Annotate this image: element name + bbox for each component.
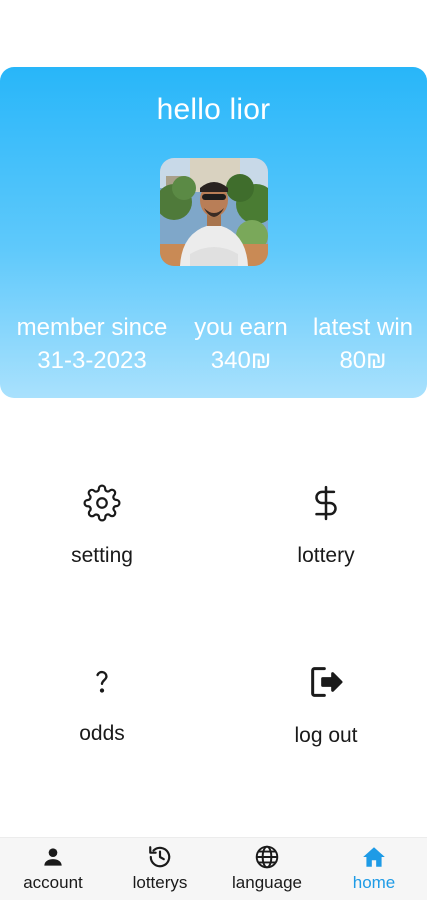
stat-label: latest win <box>312 314 414 341</box>
lottery-label: lottery <box>297 544 355 567</box>
stat-member-since: member since 31-3-2023 <box>4 312 180 378</box>
question-icon <box>96 670 108 693</box>
avatar <box>160 158 268 266</box>
stat-label: you earn <box>194 314 288 341</box>
stat-value: 80₪ <box>339 347 387 374</box>
nav-lotterys-label: lotterys <box>132 873 188 892</box>
history-icon <box>149 846 171 868</box>
logout-icon <box>311 667 343 697</box>
greeting-title: hello lior <box>156 93 271 126</box>
logout-button[interactable]: log out <box>236 662 416 748</box>
person-icon <box>44 848 62 866</box>
stat-value: 31-3-2023 <box>37 347 147 374</box>
home-icon <box>363 847 385 867</box>
nav-language[interactable]: language <box>214 844 320 893</box>
stat-you-earn: you earn 340₪ <box>186 312 296 378</box>
lottery-button[interactable]: lottery <box>236 484 416 568</box>
stat-latest-win: latest win 80₪ <box>302 312 424 378</box>
stat-value: 340₪ <box>210 347 272 374</box>
nav-account-label: account <box>23 873 83 892</box>
nav-home-label: home <box>352 873 396 892</box>
odds-label: odds <box>79 722 125 745</box>
nav-home[interactable]: home <box>321 844 427 893</box>
nav-account[interactable]: account <box>0 844 106 893</box>
stat-label: member since <box>16 314 168 341</box>
nav-language-label: language <box>232 873 302 892</box>
dollar-icon <box>315 485 337 521</box>
bottom-nav: account lotterys language home <box>0 837 427 900</box>
setting-label: setting <box>71 544 133 567</box>
setting-button[interactable]: setting <box>12 484 192 568</box>
gear-icon <box>83 484 121 522</box>
nav-lotterys[interactable]: lotterys <box>107 844 213 893</box>
profile-stats: member since 31-3-2023 you earn 340₪ lat… <box>0 312 427 382</box>
profile-card: hello lior member since 31-3-2023 you ea… <box>0 67 427 398</box>
odds-button[interactable]: odds <box>12 662 192 746</box>
globe-icon <box>255 845 279 869</box>
logout-label: log out <box>294 724 358 747</box>
